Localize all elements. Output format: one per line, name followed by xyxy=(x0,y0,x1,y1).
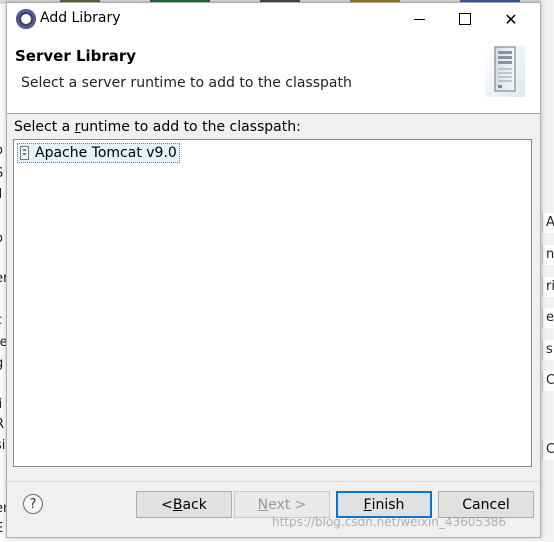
maximize-button[interactable] xyxy=(442,3,488,35)
cancel-button[interactable]: Cancel xyxy=(438,491,534,518)
server-runtime-icon xyxy=(20,146,29,160)
runtime-list[interactable]: Apache Tomcat v9.0 xyxy=(13,139,532,467)
runtime-item-apache-tomcat[interactable]: Apache Tomcat v9.0 xyxy=(17,143,180,163)
finish-button-mnemonic: F xyxy=(363,496,372,513)
window-title: Add Library xyxy=(40,10,121,26)
back-button[interactable]: < Back xyxy=(136,491,232,518)
background-text-fragment: ri xyxy=(542,277,554,297)
page-description: Select a server runtime to add to the cl… xyxy=(21,75,352,91)
background-text-fragment: C xyxy=(542,440,554,460)
maximize-icon xyxy=(459,13,471,25)
background-text-fragment: A xyxy=(542,213,554,233)
title-bar[interactable]: Add Library ✕ xyxy=(7,3,540,35)
screen: t o S il l o er c fe g li R si er E A n … xyxy=(0,0,554,542)
footer-divider xyxy=(7,481,540,482)
eclipse-app-icon xyxy=(16,9,36,29)
watermark-text: https://blog.csdn.net/weixin_43605386 xyxy=(272,515,507,529)
next-button[interactable]: Next > xyxy=(234,491,330,518)
minimize-button[interactable] xyxy=(396,3,442,35)
cancel-button-label: Cancel xyxy=(462,496,510,513)
finish-button[interactable]: Finish xyxy=(336,491,432,518)
close-button[interactable]: ✕ xyxy=(488,3,534,35)
runtime-label-text: Select a xyxy=(14,119,75,135)
runtime-item-label: Apache Tomcat v9.0 xyxy=(35,145,177,161)
background-text-fragment: s xyxy=(542,340,554,360)
next-button-mnemonic: N xyxy=(257,496,269,513)
server-tower-icon xyxy=(485,45,525,97)
next-button-label: ext > xyxy=(268,496,307,513)
back-button-label: ack xyxy=(182,496,207,513)
back-button-label: < xyxy=(161,496,173,513)
background-text-fragment: C xyxy=(542,371,554,391)
close-icon: ✕ xyxy=(504,9,518,29)
background-text-fragment: n xyxy=(542,245,554,265)
background-text-fragment: e xyxy=(542,308,554,328)
runtime-list-label: Select a runtime to add to the classpath… xyxy=(14,119,301,135)
add-library-dialog: Add Library ✕ Server Library Select a se… xyxy=(6,2,541,538)
help-button[interactable]: ? xyxy=(23,494,43,514)
back-button-mnemonic: B xyxy=(172,496,183,513)
runtime-label-text: untime to add to the classpath: xyxy=(80,119,301,135)
wizard-header: Server Library Select a server runtime t… xyxy=(7,35,540,114)
background-right-column xyxy=(541,0,554,542)
page-title: Server Library xyxy=(15,47,137,65)
finish-button-label: inish xyxy=(371,496,405,513)
minimize-icon xyxy=(413,18,425,20)
help-icon: ? xyxy=(29,496,37,512)
